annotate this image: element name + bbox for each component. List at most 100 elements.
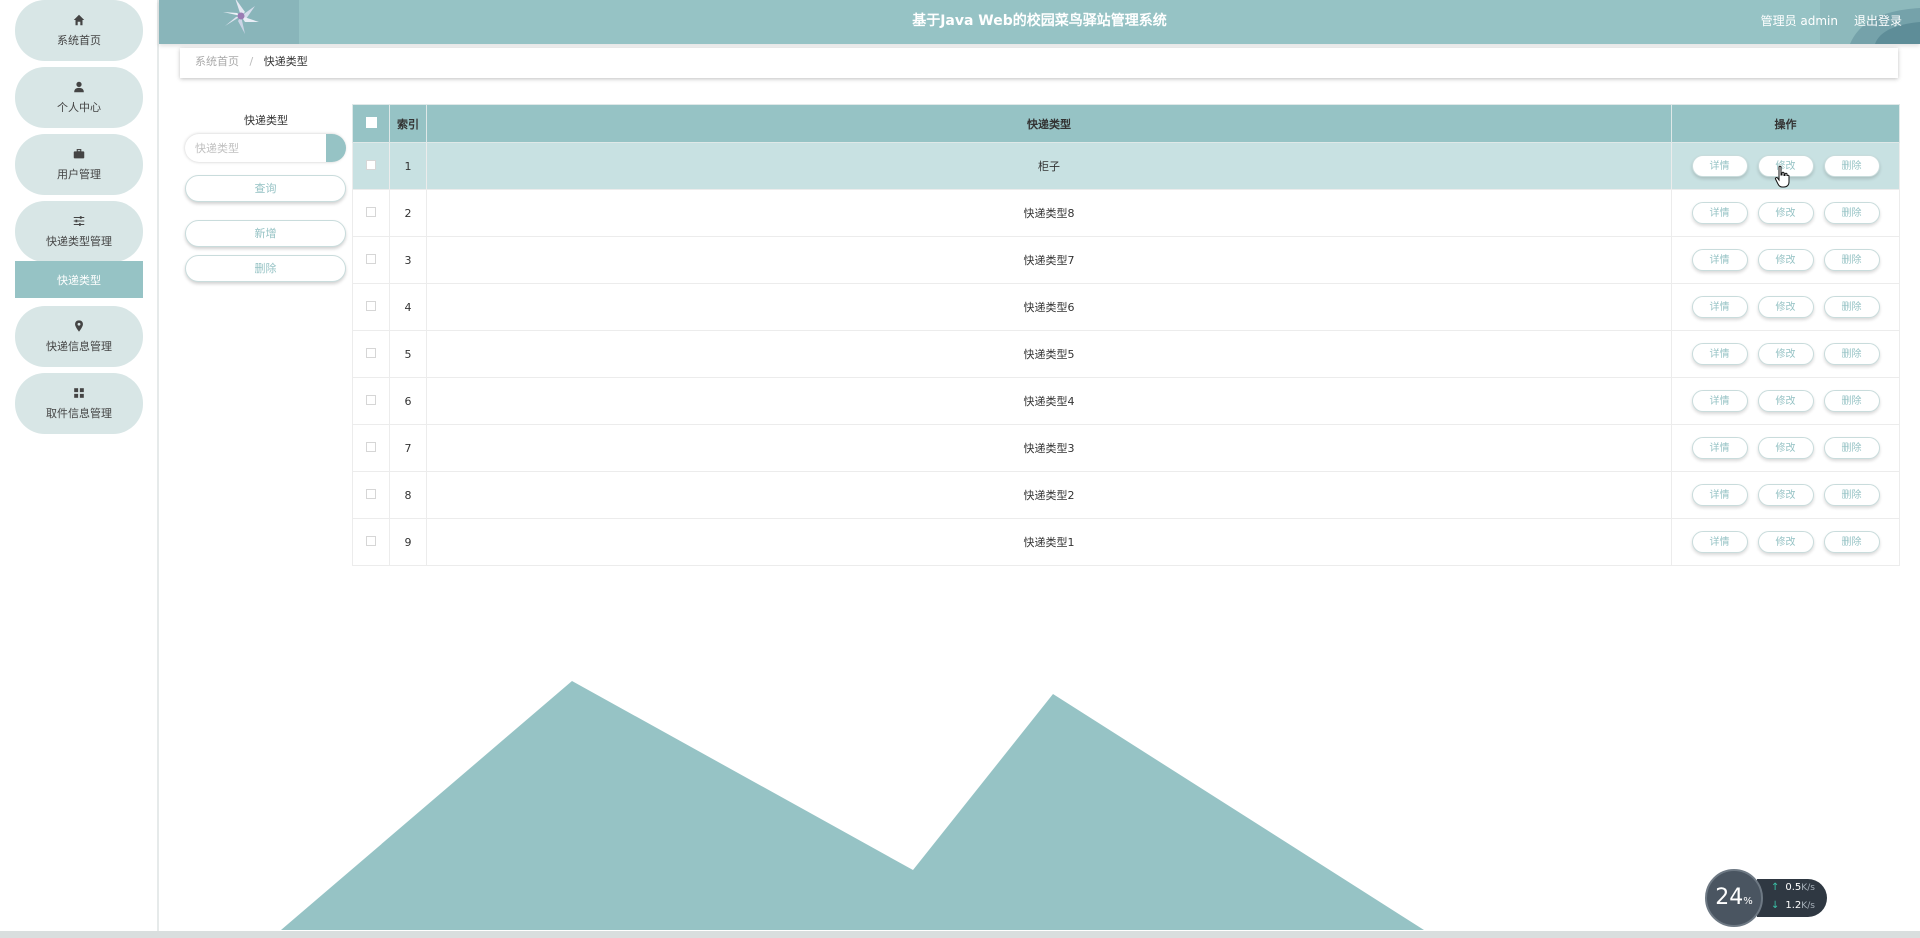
- row-checkbox[interactable]: [366, 535, 376, 546]
- table-row[interactable]: 7 快递类型3 详情 修改 删除: [352, 424, 1900, 472]
- row-actions: 详情 修改 删除: [1671, 424, 1900, 472]
- network-speed-widget: ↑ 0.5K/s ↓ 1.2K/s 24%: [1705, 869, 1827, 929]
- sidebar-subitem-express-type[interactable]: 快递类型: [15, 261, 143, 298]
- breadcrumb-separator: /: [249, 55, 254, 68]
- row-express-type: 柜子: [426, 142, 1672, 190]
- row-checkbox[interactable]: [366, 488, 376, 499]
- edit-button[interactable]: 修改: [1757, 437, 1814, 459]
- table-row[interactable]: 8 快递类型2 详情 修改 删除: [352, 471, 1900, 519]
- map-pin-icon: [75, 320, 83, 332]
- row-index: 4: [389, 283, 427, 331]
- detail-button[interactable]: 详情: [1691, 437, 1748, 459]
- row-checkbox[interactable]: [366, 347, 376, 358]
- row-select-cell[interactable]: [352, 471, 390, 519]
- hand-cursor-icon: [1774, 165, 1790, 188]
- row-index: 1: [389, 142, 427, 190]
- detail-button[interactable]: 详情: [1691, 202, 1748, 224]
- table-row[interactable]: 2 快递类型8 详情 修改 删除: [352, 189, 1900, 237]
- sidebar-item-users[interactable]: 用户管理: [15, 134, 143, 195]
- detail-button[interactable]: 详情: [1691, 484, 1748, 506]
- row-checkbox[interactable]: [366, 300, 376, 311]
- sidebar: 系统首页 个人中心 用户管理 快递类型管理 快递类型 快递信息管理 取件信息管理: [0, 0, 159, 938]
- edit-button[interactable]: 修改: [1757, 343, 1814, 365]
- delete-button[interactable]: 删除: [1823, 531, 1880, 553]
- download-speed: 1.2: [1785, 900, 1802, 911]
- row-select-cell[interactable]: [352, 283, 390, 331]
- edit-button[interactable]: 修改: [1757, 531, 1814, 553]
- detail-button[interactable]: 详情: [1691, 531, 1748, 553]
- row-express-type: 快递类型7: [426, 236, 1672, 284]
- row-select-cell[interactable]: [352, 424, 390, 472]
- row-select-cell[interactable]: [352, 142, 390, 190]
- edit-button[interactable]: 修改: [1757, 202, 1814, 224]
- edit-button[interactable]: 修改: [1757, 484, 1814, 506]
- row-checkbox[interactable]: [366, 441, 376, 452]
- delete-button[interactable]: 删除: [1823, 437, 1880, 459]
- row-express-type: 快递类型8: [426, 189, 1672, 237]
- sidebar-item-label: 快递信息管理: [46, 340, 112, 353]
- detail-button[interactable]: 详情: [1691, 390, 1748, 412]
- top-header: 基于Java Web的校园菜鸟驿站管理系统 管理员 admin 退出登录: [159, 0, 1920, 44]
- batch-delete-button[interactable]: 删除: [185, 255, 346, 282]
- select-all-cell[interactable]: [352, 104, 390, 143]
- edit-button[interactable]: 修改: [1757, 249, 1814, 271]
- breadcrumb-home-link[interactable]: 系统首页: [195, 55, 239, 68]
- row-select-cell[interactable]: [352, 518, 390, 566]
- delete-button[interactable]: 删除: [1823, 249, 1880, 271]
- row-select-cell[interactable]: [352, 377, 390, 425]
- sidebar-item-home[interactable]: 系统首页: [15, 0, 143, 61]
- row-checkbox[interactable]: [366, 206, 376, 217]
- row-express-type: 快递类型3: [426, 424, 1672, 472]
- row-index: 5: [389, 330, 427, 378]
- query-button[interactable]: 查询: [185, 175, 346, 202]
- logout-link[interactable]: 退出登录: [1854, 0, 1902, 42]
- row-select-cell[interactable]: [352, 236, 390, 284]
- table-row[interactable]: 5 快递类型5 详情 修改 删除: [352, 330, 1900, 378]
- row-express-type: 快递类型5: [426, 330, 1672, 378]
- delete-button[interactable]: 删除: [1823, 484, 1880, 506]
- edit-button[interactable]: 修改: [1757, 390, 1814, 412]
- delete-button[interactable]: 删除: [1823, 343, 1880, 365]
- mountain-decoration: [281, 681, 1424, 930]
- express-type-search-input[interactable]: [185, 134, 345, 162]
- row-select-cell[interactable]: [352, 330, 390, 378]
- sidebar-item-express-type-mgmt[interactable]: 快递类型管理: [15, 201, 143, 262]
- table-row[interactable]: 6 快递类型4 详情 修改 删除: [352, 377, 1900, 425]
- add-button[interactable]: 新增: [185, 220, 346, 247]
- app-title: 基于Java Web的校园菜鸟驿站管理系统: [912, 13, 1167, 29]
- search-knob: [326, 134, 346, 162]
- table-row[interactable]: 3 快递类型7 详情 修改 删除: [352, 236, 1900, 284]
- table-row[interactable]: 9 快递类型1 详情 修改 删除: [352, 518, 1900, 566]
- row-index: 6: [389, 377, 427, 425]
- row-checkbox[interactable]: [366, 159, 376, 170]
- detail-button[interactable]: 详情: [1691, 296, 1748, 318]
- sliders-icon: [73, 216, 85, 226]
- delete-button[interactable]: 删除: [1823, 202, 1880, 224]
- table-row[interactable]: 4 快递类型6 详情 修改 删除: [352, 283, 1900, 331]
- search-field-label: 快递类型: [244, 114, 288, 127]
- detail-button[interactable]: 详情: [1691, 155, 1748, 177]
- breadcrumb-current: 快递类型: [263, 55, 308, 68]
- sidebar-item-label: 快递类型管理: [46, 235, 112, 248]
- row-express-type: 快递类型1: [426, 518, 1672, 566]
- table-row[interactable]: 1 柜子 详情 修改 删除: [352, 142, 1900, 190]
- user-icon: [74, 81, 84, 93]
- row-checkbox[interactable]: [366, 253, 376, 264]
- detail-button[interactable]: 详情: [1691, 343, 1748, 365]
- column-header-type: 快递类型: [426, 104, 1672, 143]
- delete-button[interactable]: 删除: [1823, 155, 1880, 177]
- edit-button[interactable]: 修改: [1757, 296, 1814, 318]
- sidebar-item-pickup-info-mgmt[interactable]: 取件信息管理: [15, 373, 143, 434]
- sidebar-item-profile[interactable]: 个人中心: [15, 67, 143, 128]
- current-user-label: 管理员 admin: [1760, 14, 1838, 28]
- row-express-type: 快递类型2: [426, 471, 1672, 519]
- cpu-usage-ring[interactable]: 24%: [1705, 869, 1763, 927]
- delete-button[interactable]: 删除: [1823, 296, 1880, 318]
- detail-button[interactable]: 详情: [1691, 249, 1748, 271]
- row-checkbox[interactable]: [366, 394, 376, 405]
- delete-button[interactable]: 删除: [1823, 390, 1880, 412]
- sidebar-item-express-info-mgmt[interactable]: 快递信息管理: [15, 306, 143, 367]
- select-all-checkbox[interactable]: [365, 116, 377, 128]
- sidebar-item-label: 取件信息管理: [46, 407, 112, 420]
- row-select-cell[interactable]: [352, 189, 390, 237]
